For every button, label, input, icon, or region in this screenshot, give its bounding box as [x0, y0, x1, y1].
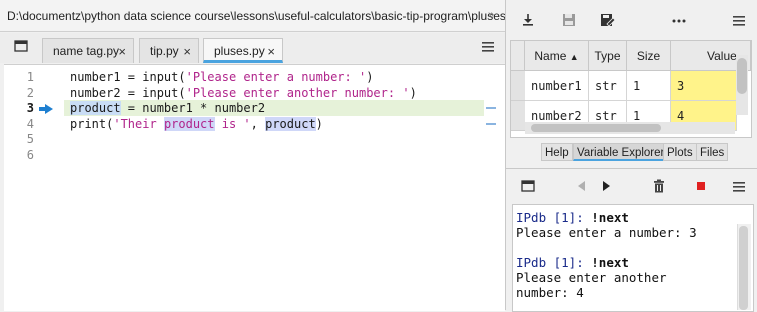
back-arrow-icon[interactable]	[574, 178, 590, 194]
tab-name-tag[interactable]: name tag.py ×	[42, 38, 134, 63]
save-icon[interactable]	[561, 12, 577, 28]
tab-label: name tag.py	[53, 44, 120, 58]
tab-tip[interactable]: tip.py ×	[139, 38, 199, 63]
line-number: 5	[26, 132, 34, 146]
line-number: 2	[26, 85, 34, 100]
column-header-type[interactable]: Type	[589, 41, 627, 71]
tab-plots[interactable]: Plots	[663, 143, 697, 161]
row-header[interactable]	[511, 101, 525, 131]
code-line-4: print('Their product is ', product)	[70, 116, 323, 131]
close-icon[interactable]: ×	[118, 39, 126, 64]
console-line: number: 4	[516, 285, 584, 300]
console-scroll-thumb[interactable]	[739, 226, 748, 310]
tab-pluses[interactable]: pluses.py ×	[203, 38, 283, 63]
vertical-scroll-thumb[interactable]	[737, 58, 747, 94]
line-number: 4	[26, 116, 34, 131]
trash-icon[interactable]	[651, 178, 667, 194]
new-window-icon[interactable]	[520, 178, 536, 194]
code-line-2: number2 = input('Please enter another nu…	[70, 85, 417, 100]
cell-name[interactable]: number1	[525, 71, 589, 101]
close-icon[interactable]: ×	[183, 39, 191, 64]
stop-icon[interactable]	[693, 178, 709, 194]
console-line: IPdb [1]: !next	[516, 210, 629, 225]
line-number: 3	[26, 101, 34, 115]
hamburger-menu-icon[interactable]	[731, 12, 747, 28]
line-number: 6	[26, 147, 34, 162]
console-line: Please enter another	[516, 270, 667, 285]
console-line: IPdb [1]: !next	[516, 255, 629, 270]
occurrence-marker	[486, 107, 496, 109]
occurrence-marker	[486, 123, 496, 125]
sort-ascending-icon: ▲	[569, 52, 579, 62]
hamburger-menu-icon[interactable]	[731, 178, 747, 194]
cell-value[interactable]: 3	[671, 71, 737, 101]
tab-files[interactable]: Files	[696, 143, 729, 161]
expand-chevron-icon[interactable]: »	[488, 9, 500, 21]
code-line-3: product = number1 * number2	[70, 101, 266, 115]
tab-label: pluses.py	[214, 44, 265, 58]
cell-size[interactable]: 1	[627, 71, 671, 101]
file-path-bar: D:\documentz\python data science course\…	[0, 0, 505, 32]
row-header-corner	[511, 41, 525, 71]
hamburger-menu-icon[interactable]	[481, 40, 495, 54]
close-icon[interactable]: ×	[267, 39, 275, 64]
tab-variable-explorer[interactable]: Variable Explorer	[573, 143, 669, 161]
code-line-1: number1 = input('Please enter a number: …	[70, 70, 374, 84]
console-line: Please enter a number: 3	[516, 225, 697, 240]
tab-help[interactable]: Help	[541, 143, 573, 161]
debug-arrow-icon	[39, 103, 53, 114]
column-header-name[interactable]: Name ▲	[525, 41, 589, 71]
horizontal-scroll-thumb[interactable]	[531, 124, 661, 132]
row-header[interactable]	[511, 71, 525, 101]
save-as-icon[interactable]	[600, 12, 616, 28]
more-options-icon[interactable]	[671, 12, 687, 28]
forward-arrow-icon[interactable]	[598, 178, 614, 194]
line-number: 1	[26, 70, 34, 84]
new-window-icon[interactable]	[13, 38, 29, 54]
tab-label: tip.py	[150, 44, 179, 58]
cell-type[interactable]: str	[589, 71, 627, 101]
column-header-size[interactable]: Size	[627, 41, 671, 71]
import-data-icon[interactable]	[520, 12, 536, 28]
